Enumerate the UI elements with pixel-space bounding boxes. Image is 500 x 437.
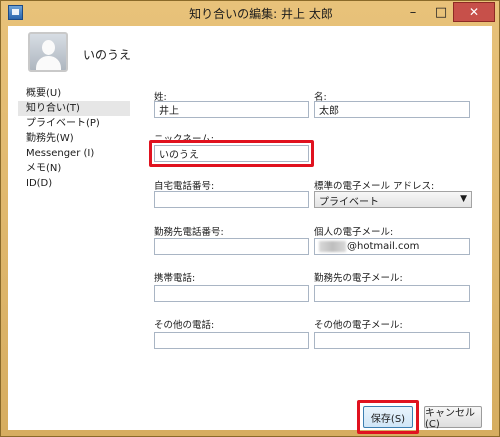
work-email-label: 勤務先の電子メール:: [314, 273, 403, 284]
minimize-button[interactable]: –: [399, 2, 427, 22]
close-button[interactable]: ✕: [453, 2, 495, 22]
nickname-label: ニックネーム:: [154, 134, 214, 145]
contact-display-name: いのうえ: [83, 48, 132, 62]
other-email-label: その他の電子メール:: [314, 320, 403, 331]
person-icon-head: [42, 40, 55, 55]
mobile-phone-label: 携帯電話:: [154, 273, 196, 284]
edit-contact-window: 知り合いの編集: 井上 太郎 – □ ✕ いのうえ 概要(U) 知り合い(T) …: [0, 0, 500, 437]
work-phone-label: 勤務先電話番号:: [154, 227, 224, 238]
nickname-field[interactable]: [154, 145, 309, 162]
mobile-phone-field[interactable]: [154, 285, 309, 302]
category-nav: 概要(U) 知り合い(T) プライベート(P) 勤務先(W) Messenger…: [18, 86, 130, 191]
other-phone-label: その他の電話:: [154, 320, 215, 331]
last-name-field[interactable]: [154, 101, 309, 118]
default-email-select-value: プライベート: [319, 197, 379, 208]
nav-item-ids[interactable]: ID(D): [18, 176, 130, 191]
window-title: 知り合いの編集: 井上 太郎: [189, 7, 333, 21]
title-bar: 知り合いの編集: 井上 太郎 – □ ✕: [1, 1, 499, 25]
contact-header: いのうえ: [8, 26, 492, 81]
personal-email-value: @hotmail.com: [347, 241, 420, 252]
home-phone-field[interactable]: [154, 191, 309, 208]
personal-email-label: 個人の電子メール:: [314, 227, 394, 238]
other-phone-field[interactable]: [154, 332, 309, 349]
chevron-down-icon: ▼: [460, 194, 467, 204]
home-phone-label: 自宅電話番号:: [154, 181, 215, 192]
nav-item-work[interactable]: 勤務先(W): [18, 131, 130, 146]
first-name-field[interactable]: [314, 101, 470, 118]
dialog-content: いのうえ 概要(U) 知り合い(T) プライベート(P) 勤務先(W) Mess…: [8, 26, 492, 434]
work-email-field[interactable]: [314, 285, 470, 302]
save-button[interactable]: 保存(S): [363, 406, 413, 428]
nav-item-personal[interactable]: プライベート(P): [18, 116, 130, 131]
maximize-button[interactable]: □: [427, 2, 455, 22]
nav-item-contact[interactable]: 知り合い(T): [18, 101, 130, 116]
cancel-button[interactable]: キャンセル(C): [424, 406, 482, 430]
redacted-text: [319, 240, 346, 252]
nav-item-summary[interactable]: 概要(U): [18, 86, 130, 101]
default-email-label: 標準の電子メール アドレス:: [314, 181, 435, 192]
app-icon: [8, 5, 23, 20]
person-icon-body: [36, 56, 61, 70]
personal-email-field[interactable]: @hotmail.com: [314, 238, 470, 255]
nav-item-notes[interactable]: メモ(N): [18, 161, 130, 176]
default-email-select[interactable]: プライベート ▼: [314, 191, 472, 208]
work-phone-field[interactable]: [154, 238, 309, 255]
contact-avatar[interactable]: [28, 32, 68, 72]
nav-item-messenger[interactable]: Messenger (I): [18, 146, 130, 161]
other-email-field[interactable]: [314, 332, 470, 349]
